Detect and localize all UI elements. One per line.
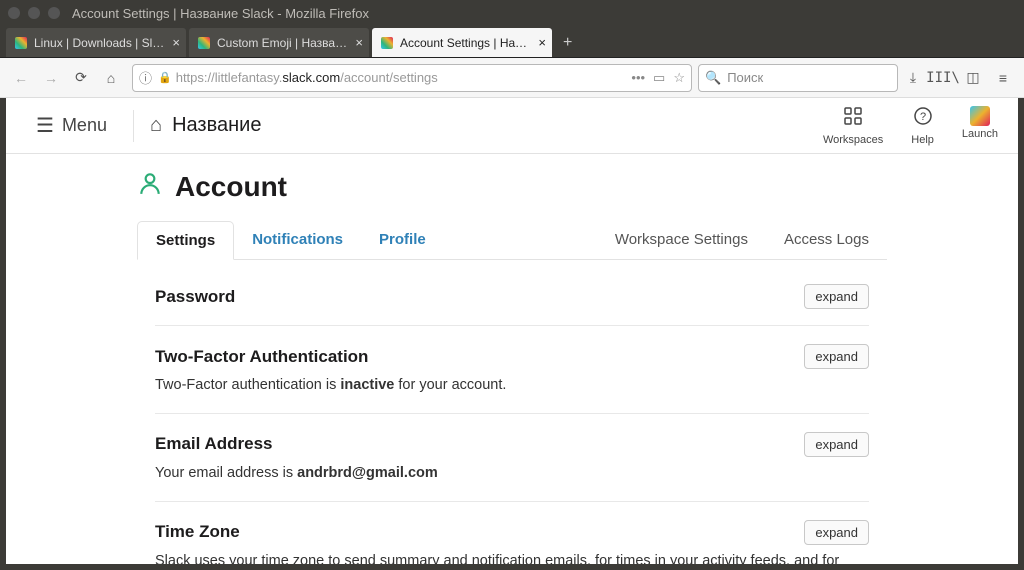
page-action-dots-icon[interactable]: ••• xyxy=(631,70,645,86)
tab-settings[interactable]: Settings xyxy=(137,221,234,260)
url-text: https://littlefantasy.slack.com/account/… xyxy=(176,70,632,85)
divider xyxy=(133,110,134,142)
browser-tab-strip: Linux | Downloads | Slac… × Custom Emoji… xyxy=(0,26,1024,58)
grid-icon xyxy=(843,106,863,132)
browser-nav-bar: ← → ⟳ ⌂ ⓘ 🔒 https://littlefantasy.slack.… xyxy=(0,58,1024,98)
setting-title: Two-Factor Authentication xyxy=(155,347,368,367)
setting-title: Time Zone xyxy=(155,522,240,542)
slack-menu-label: Menu xyxy=(62,115,107,136)
slack-favicon-icon xyxy=(380,36,394,50)
window-close-button[interactable] xyxy=(8,7,20,19)
bookmark-star-icon[interactable]: ☆ xyxy=(673,70,685,86)
expand-button[interactable]: expand xyxy=(804,432,869,457)
library-icon[interactable]: III\ xyxy=(928,64,958,92)
browser-tab-label: Linux | Downloads | Slac… xyxy=(34,36,166,50)
tab-profile[interactable]: Profile xyxy=(361,221,444,259)
browser-tab-label: Custom Emoji | Названи… xyxy=(217,36,349,50)
nav-forward-button[interactable]: → xyxy=(36,64,66,92)
window-minimize-button[interactable] xyxy=(28,7,40,19)
page-heading: Account xyxy=(175,171,287,203)
slack-header: ☰ Menu ⌂ Название Workspaces ? Help xyxy=(6,98,1018,154)
browser-viewport: ☰ Menu ⌂ Название Workspaces ? Help xyxy=(0,98,1024,570)
home-icon: ⌂ xyxy=(150,114,162,137)
setting-email: Email Address expand Your email address … xyxy=(155,414,869,502)
menu-icon[interactable]: ≡ xyxy=(988,64,1018,92)
header-workspaces-label: Workspaces xyxy=(823,134,883,146)
search-placeholder: Поиск xyxy=(727,70,763,85)
tab-close-icon[interactable]: × xyxy=(538,35,546,50)
expand-button[interactable]: expand xyxy=(804,284,869,309)
browser-tab-label: Account Settings | Назв… xyxy=(400,36,532,50)
setting-title: Password xyxy=(155,287,235,307)
nav-back-button[interactable]: ← xyxy=(6,64,36,92)
header-workspaces-button[interactable]: Workspaces xyxy=(823,106,883,146)
nav-reload-button[interactable]: ⟳ xyxy=(66,64,96,92)
tab-close-icon[interactable]: × xyxy=(172,35,180,50)
expand-button[interactable]: expand xyxy=(804,344,869,369)
slack-favicon-icon xyxy=(197,36,211,50)
browser-search-input[interactable]: 🔍 Поиск xyxy=(698,64,898,92)
site-info-icon[interactable]: ⓘ xyxy=(139,68,152,87)
user-icon xyxy=(137,170,163,203)
account-tabs: Settings Notifications Profile Workspace… xyxy=(137,221,887,260)
header-launch-label: Launch xyxy=(962,128,998,140)
setting-two-factor: Two-Factor Authentication expand Two-Fac… xyxy=(155,326,869,414)
slack-menu-button[interactable]: ☰ Menu xyxy=(26,109,117,142)
reader-mode-icon[interactable]: ▭ xyxy=(653,70,665,86)
window-maximize-button[interactable] xyxy=(48,7,60,19)
page-title: Account xyxy=(137,170,887,203)
svg-text:?: ? xyxy=(920,111,926,123)
browser-tab[interactable]: Custom Emoji | Названи… × xyxy=(189,28,369,57)
setting-title: Email Address xyxy=(155,434,272,454)
setting-description: Your email address is andrbrd@gmail.com xyxy=(155,463,869,485)
browser-tab[interactable]: Account Settings | Назв… × xyxy=(372,28,552,57)
slack-favicon-icon xyxy=(14,36,28,50)
browser-tab[interactable]: Linux | Downloads | Slac… × xyxy=(6,28,186,57)
setting-password: Password expand xyxy=(155,266,869,326)
downloads-icon[interactable]: ⤓ xyxy=(898,64,928,92)
url-bar[interactable]: ⓘ 🔒 https://littlefantasy.slack.com/acco… xyxy=(132,64,692,92)
tab-access-logs[interactable]: Access Logs xyxy=(766,221,887,259)
setting-timezone: Time Zone expand Slack uses your time zo… xyxy=(155,502,869,570)
tab-workspace-settings[interactable]: Workspace Settings xyxy=(597,221,766,259)
setting-description: Slack uses your time zone to send summar… xyxy=(155,551,869,570)
tab-notifications[interactable]: Notifications xyxy=(234,221,361,259)
expand-button[interactable]: expand xyxy=(804,520,869,545)
help-icon: ? xyxy=(913,106,933,132)
lock-icon: 🔒 xyxy=(158,71,172,84)
header-launch-button[interactable]: Launch xyxy=(962,106,998,146)
sidebar-icon[interactable]: ◫ xyxy=(958,64,988,92)
workspace-home-link[interactable]: ⌂ Название xyxy=(150,114,261,137)
search-icon: 🔍 xyxy=(705,70,721,86)
tab-close-icon[interactable]: × xyxy=(355,35,363,50)
workspace-name: Название xyxy=(172,114,261,137)
nav-home-button[interactable]: ⌂ xyxy=(96,64,126,92)
window-title: Account Settings | Название Slack - Mozi… xyxy=(72,6,369,21)
settings-list: Password expand Two-Factor Authenticatio… xyxy=(137,260,887,570)
header-help-label: Help xyxy=(911,134,934,146)
setting-description: Two-Factor authentication is inactive fo… xyxy=(155,375,869,397)
window-titlebar: Account Settings | Название Slack - Mozi… xyxy=(0,0,1024,26)
new-tab-button[interactable]: + xyxy=(555,28,580,57)
hamburger-icon: ☰ xyxy=(36,113,54,138)
launch-icon xyxy=(970,106,990,126)
header-help-button[interactable]: ? Help xyxy=(911,106,934,146)
